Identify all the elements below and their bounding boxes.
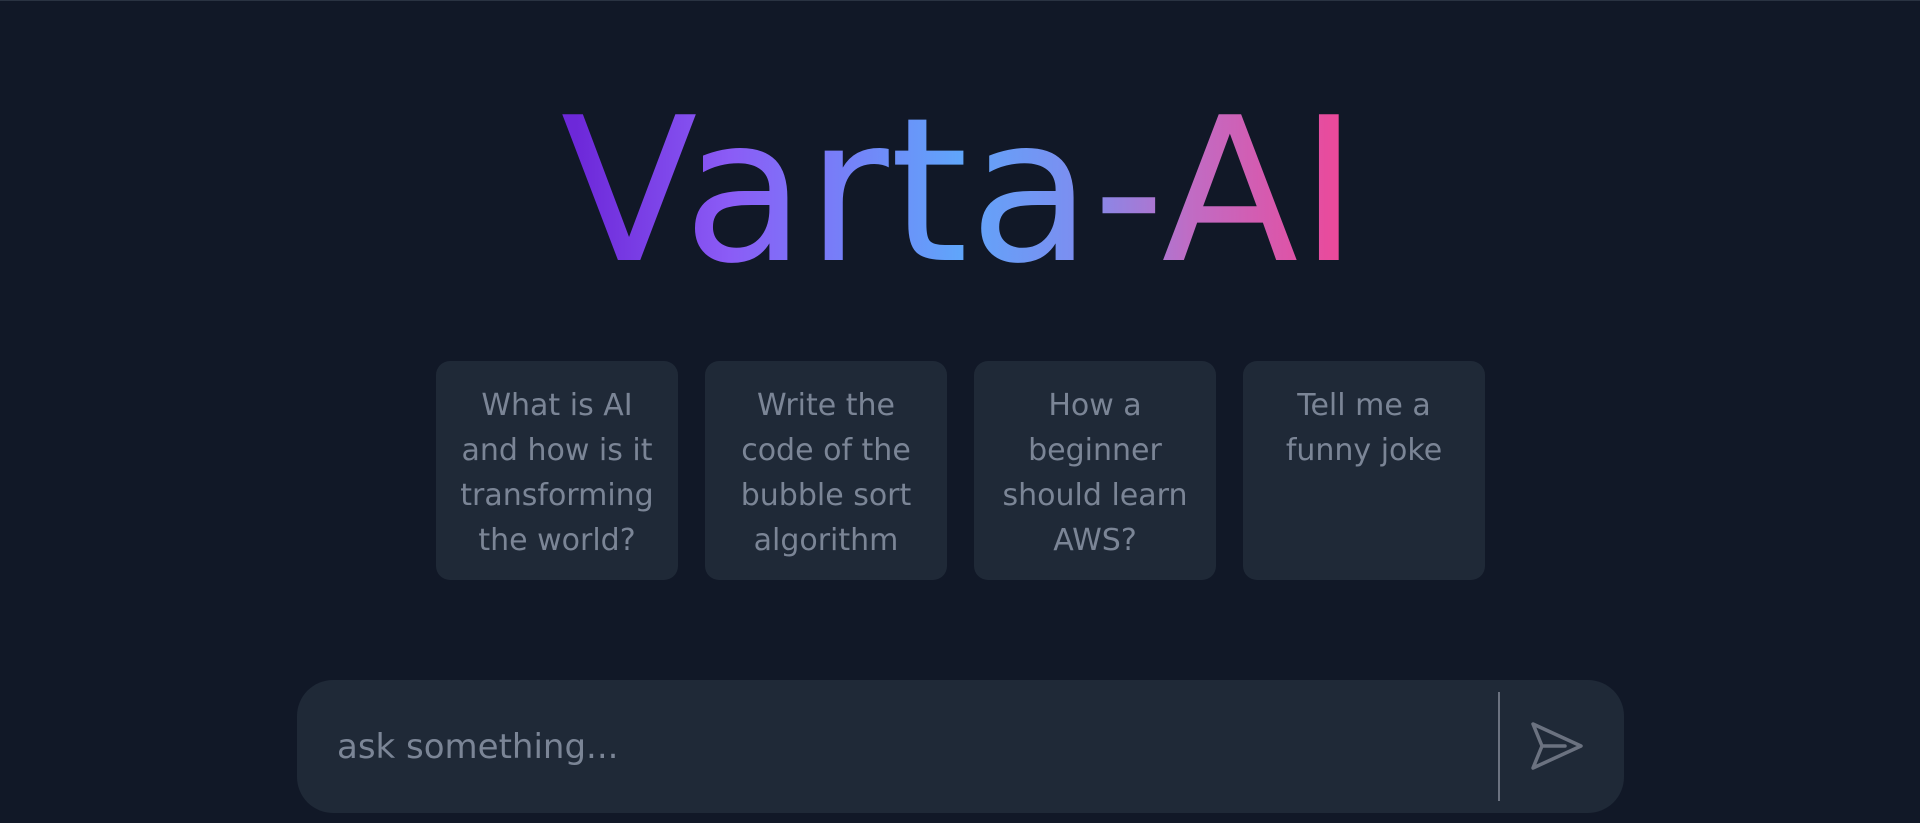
prompt-bar [297, 680, 1624, 813]
suggestion-card-ai[interactable]: What is AI and how is it transforming th… [436, 361, 678, 580]
send-button[interactable] [1525, 714, 1589, 778]
prompt-input[interactable] [335, 710, 1489, 784]
prompt-divider [1498, 692, 1500, 801]
suggestion-card-joke[interactable]: Tell me a funny joke [1243, 361, 1485, 580]
suggestion-card-aws[interactable]: How a beginner should learn AWS? [974, 361, 1216, 580]
send-icon [1531, 722, 1583, 770]
chat-home-page: Varta-AI What is AI and how is it transf… [0, 0, 1920, 823]
suggestion-cards: What is AI and how is it transforming th… [436, 361, 1485, 580]
app-title: Varta-AI [0, 87, 1920, 297]
suggestion-card-bubble-sort[interactable]: Write the code of the bubble sort algori… [705, 361, 947, 580]
